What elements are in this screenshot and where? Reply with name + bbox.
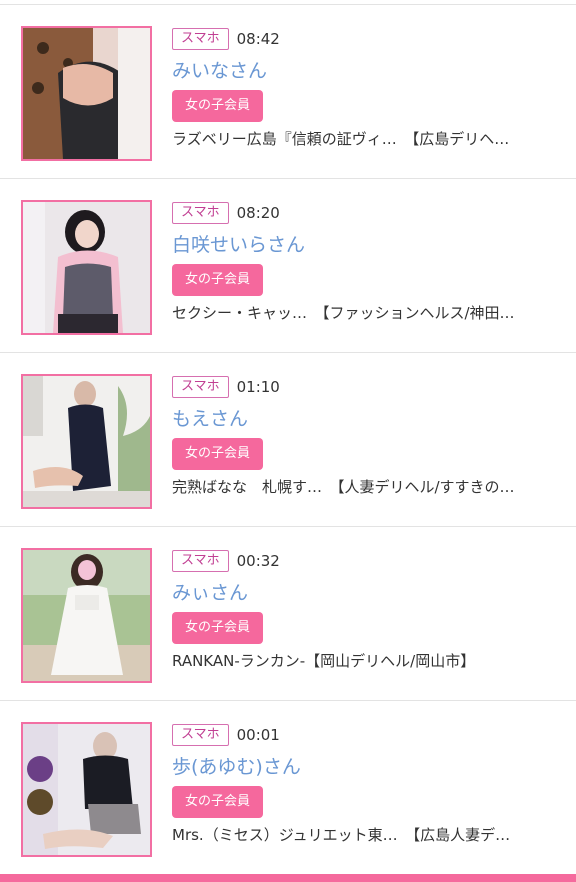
thumbnail-photo[interactable] (21, 548, 152, 683)
shop-name[interactable]: 完熟ばなな 札幌す… 【人妻デリヘル/すすきの… (172, 476, 562, 498)
diary-list: スマホ 08:42 みいなさん 女の子会員 ラズベリー広島『信頼の証ヴィ… 【広… (0, 0, 576, 875)
post-time: 00:01 (236, 726, 280, 744)
thumbnail-photo[interactable] (21, 200, 152, 335)
girl-name-link[interactable]: 白咲せいらさん (172, 232, 562, 258)
list-item[interactable]: スマホ 01:10 もえさん 女の子会員 完熟ばなな 札幌す… 【人妻デリヘル/… (0, 353, 576, 527)
photo-placeholder-icon (23, 28, 150, 159)
device-badge: スマホ (172, 550, 229, 572)
post-time: 01:10 (236, 378, 280, 396)
item-info: スマホ 01:10 もえさん 女の子会員 完熟ばなな 札幌す… 【人妻デリヘル/… (172, 374, 562, 498)
device-badge: スマホ (172, 28, 229, 50)
item-info: スマホ 08:20 白咲せいらさん 女の子会員 セクシー・キャッ… 【ファッショ… (172, 200, 562, 324)
device-badge: スマホ (172, 202, 229, 224)
member-badge: 女の子会員 (172, 786, 264, 818)
list-item[interactable]: スマホ 08:20 白咲せいらさん 女の子会員 セクシー・キャッ… 【ファッショ… (0, 179, 576, 353)
thumbnail-photo[interactable] (21, 26, 152, 161)
shop-name[interactable]: RANKAN-ランカン-【岡山デリヘル/岡山市】 (172, 650, 562, 672)
post-time: 00:32 (236, 552, 280, 570)
device-badge: スマホ (172, 376, 229, 398)
girl-name-link[interactable]: みいなさん (172, 58, 562, 84)
girl-name-link[interactable]: もえさん (172, 406, 562, 432)
shop-name[interactable]: ラズベリー広島『信頼の証ヴィ… 【広島デリヘ… (172, 128, 562, 150)
list-item[interactable]: スマホ 00:32 みぃさん 女の子会員 RANKAN-ランカン-【岡山デリヘル… (0, 527, 576, 701)
member-badge: 女の子会員 (172, 264, 264, 296)
list-item[interactable]: スマホ 08:42 みいなさん 女の子会員 ラズベリー広島『信頼の証ヴィ… 【広… (0, 5, 576, 179)
device-badge: スマホ (172, 724, 229, 746)
shop-name[interactable]: Mrs.（ミセス）ジュリエット東… 【広島人妻デ… (172, 824, 562, 846)
thumbnail-photo[interactable] (21, 374, 152, 509)
girl-name-link[interactable]: みぃさん (172, 580, 562, 606)
photo-placeholder-icon (23, 550, 150, 681)
photo-placeholder-icon (23, 724, 150, 855)
member-badge: 女の子会員 (172, 90, 264, 122)
member-badge: 女の子会員 (172, 612, 264, 644)
item-info: スマホ 00:01 歩(あゆむ)さん 女の子会員 Mrs.（ミセス）ジュリエット… (172, 722, 562, 846)
item-info: スマホ 08:42 みいなさん 女の子会員 ラズベリー広島『信頼の証ヴィ… 【広… (172, 26, 562, 150)
list-item[interactable]: スマホ 00:01 歩(あゆむ)さん 女の子会員 Mrs.（ミセス）ジュリエット… (0, 701, 576, 875)
bottom-accent-bar (0, 874, 576, 882)
member-badge: 女の子会員 (172, 438, 264, 470)
item-info: スマホ 00:32 みぃさん 女の子会員 RANKAN-ランカン-【岡山デリヘル… (172, 548, 562, 672)
thumbnail-photo[interactable] (21, 722, 152, 857)
girl-name-link[interactable]: 歩(あゆむ)さん (172, 754, 562, 780)
post-time: 08:20 (236, 204, 280, 222)
post-time: 08:42 (236, 30, 280, 48)
photo-placeholder-icon (23, 376, 150, 507)
shop-name[interactable]: セクシー・キャッ… 【ファッションヘルス/神田… (172, 302, 562, 324)
photo-placeholder-icon (23, 202, 150, 333)
